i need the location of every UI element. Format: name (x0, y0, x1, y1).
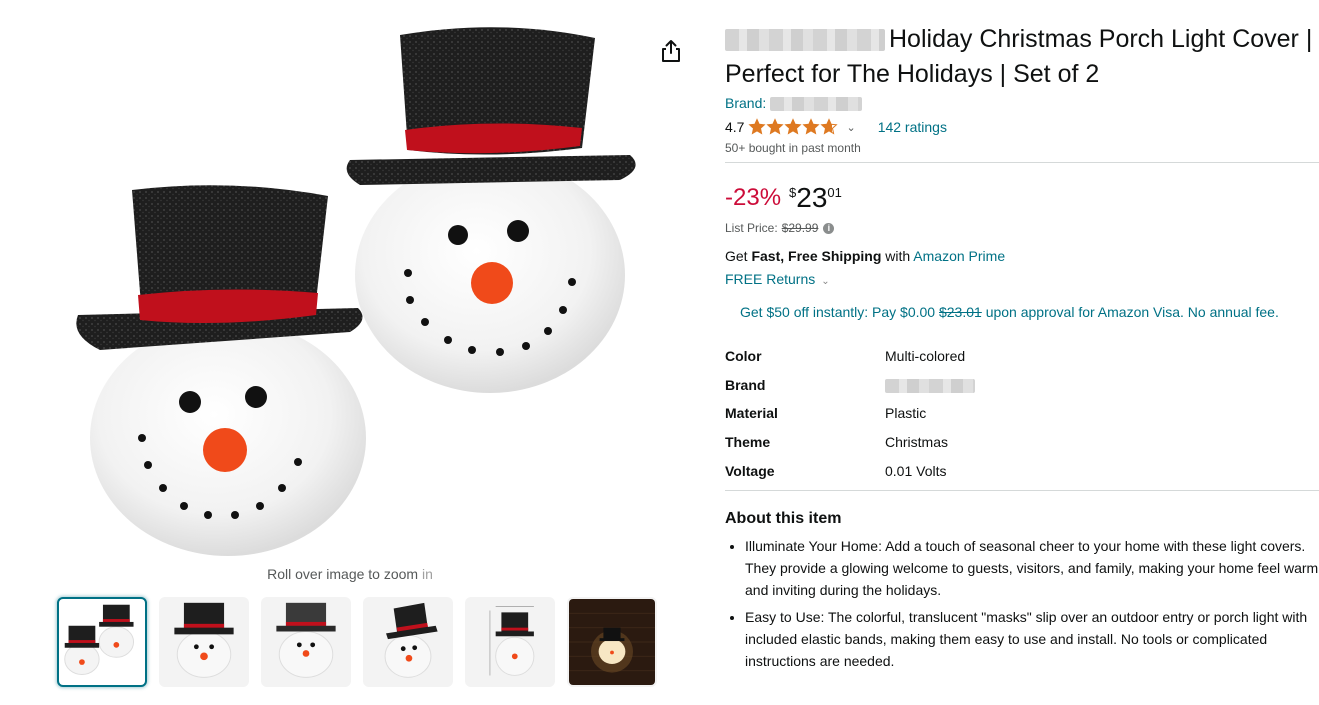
visa-offer-text: Get $50 off instantly: Pay $0.00 (740, 304, 936, 320)
thumbnail-image (174, 602, 234, 678)
brand-label: Brand: (725, 95, 767, 111)
brand-store-link[interactable]: Brand: (725, 95, 1319, 113)
chevron-down-icon[interactable]: ⌄ (846, 121, 855, 134)
thumbnail-image (384, 602, 438, 678)
star-icon (820, 118, 839, 135)
ratings-count-link[interactable]: 142 ratings (878, 119, 947, 135)
product-specs-table: Color Multi-colored Brand Material Plastic Th… (725, 342, 975, 485)
thumbnail-image (489, 606, 535, 676)
spec-key: Brand (725, 376, 766, 393)
free-returns-text: FREE Returns (725, 271, 816, 287)
shipping-info: Get Fast, Free Shipping with Amazon Prim… (725, 248, 1319, 264)
visa-offer-text-2: upon approval for Amazon Visa. No annual… (985, 304, 1279, 320)
zoom-hint-text: Roll over image to zoom (267, 566, 419, 582)
list-price-label: List Price: (725, 221, 778, 235)
star-icon (802, 118, 821, 135)
info-icon[interactable]: i (823, 222, 835, 234)
spec-row: Voltage 0.01 Volts (725, 456, 975, 485)
chevron-down-icon: ⌄ (821, 276, 830, 287)
price-fraction: 01 (827, 185, 842, 200)
prime-link[interactable]: Amazon Prime (913, 248, 1005, 264)
price-symbol: $ (789, 185, 797, 200)
zoom-hint-suffix: in (421, 566, 433, 582)
thumbnail-image (569, 599, 655, 685)
share-button[interactable] (658, 38, 684, 64)
about-bullets: Illuminate Your Home: Add a touch of sea… (725, 535, 1319, 672)
zoom-hint: Roll over image to zoom in (0, 566, 700, 582)
star-icon (748, 118, 767, 135)
spec-value: Plastic (885, 405, 927, 422)
shipping-middle: with (885, 248, 911, 264)
price-block: -23% $ 23 01 (725, 183, 1319, 215)
snowman-front (76, 185, 366, 556)
spec-key: Voltage (725, 462, 775, 479)
star-icon (784, 118, 803, 135)
product-title: Holiday Christmas Porch Light Cover | Pe… (725, 22, 1319, 92)
spec-row: Brand (725, 371, 975, 400)
thumbnail-snowman-side[interactable] (363, 597, 453, 687)
redacted-brand-name (770, 97, 863, 112)
rating-value: 4.7 (725, 119, 745, 135)
thumbnail-snowman-front[interactable] (159, 597, 249, 687)
shipping-prefix: Get (725, 248, 748, 264)
divider (725, 162, 1319, 163)
thumbnail-two-snowmen[interactable] (57, 597, 147, 687)
shipping-bold: Fast, Free Shipping (751, 248, 882, 264)
spec-row: Theme Christmas (725, 428, 975, 457)
divider (725, 489, 1319, 491)
star-rating[interactable] (748, 118, 839, 136)
thumbnail-image (64, 604, 135, 675)
snowman-back (346, 27, 636, 393)
thumbnail-snowman-lit-night[interactable] (567, 597, 657, 687)
about-bullet: Illuminate Your Home: Add a touch of sea… (745, 535, 1319, 601)
spec-key: Material (725, 405, 778, 422)
visa-offer-link[interactable]: Get $50 off instantly: Pay $0.00 $23.01 … (740, 301, 1300, 323)
list-price: List Price: $29.99 i (725, 221, 1319, 235)
share-icon (662, 40, 680, 62)
thumbnail-image (276, 602, 336, 678)
redacted-brand-name (885, 379, 975, 394)
about-bullet: Easy to Use: The colorful, translucent "… (745, 606, 1319, 672)
list-price-value: $29.99 (781, 221, 819, 235)
spec-key: Color (725, 348, 762, 365)
rating-row: 4.7 ⌄ 142 ratings (725, 117, 1319, 137)
spec-value: Multi-colored (885, 348, 966, 365)
discount-percent: -23% (725, 184, 782, 211)
product-details: Holiday Christmas Porch Light Cover | Pe… (725, 22, 1319, 677)
image-gallery: Roll over image to zoom in (0, 0, 700, 705)
spec-row: Color Multi-colored (725, 342, 975, 371)
spec-value: 0.01 Volts (885, 462, 947, 479)
thumbnail-strip (57, 597, 657, 687)
main-product-image[interactable] (60, 10, 660, 560)
price-whole: 23 (796, 182, 828, 213)
spec-value: Christmas (885, 434, 949, 451)
thumbnail-snowman-dimensions[interactable] (465, 597, 555, 687)
star-icon (766, 118, 785, 135)
bought-count: 50+ bought in past month (725, 141, 861, 155)
spec-value (885, 371, 975, 400)
visa-offer-struck-price: $23.01 (938, 304, 982, 320)
spec-key: Theme (725, 434, 771, 451)
redacted-brand-prefix (725, 29, 885, 52)
spec-row: Material Plastic (725, 399, 975, 428)
thumbnail-snowman-angle[interactable] (261, 597, 351, 687)
free-returns-link[interactable]: FREE Returns ⌄ (725, 271, 1319, 287)
about-title: About this item (725, 509, 842, 527)
